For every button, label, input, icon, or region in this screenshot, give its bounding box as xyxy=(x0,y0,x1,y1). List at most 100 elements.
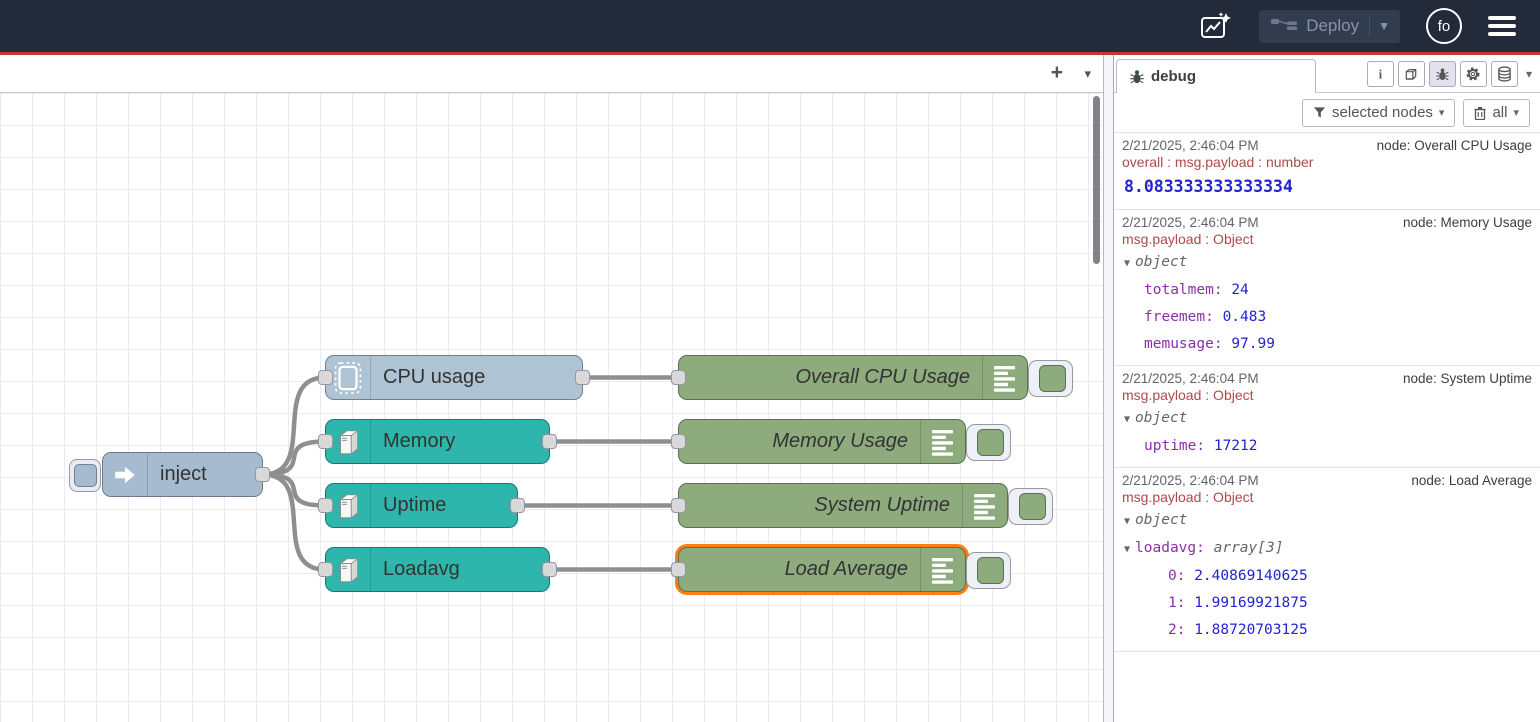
bug-icon xyxy=(1129,69,1145,85)
flow-node-dbg-uptime[interactable]: System Uptime xyxy=(678,483,1008,528)
flow-node-uptime[interactable]: Uptime xyxy=(325,483,518,528)
sidebar-tool-bug-icon[interactable] xyxy=(1429,61,1456,87)
debug-enable-toggle[interactable] xyxy=(966,552,1011,589)
deploy-label: Deploy xyxy=(1306,16,1359,36)
message-property: msg.payload : Object xyxy=(1122,489,1532,505)
message-row: freemem: 0.483 xyxy=(1122,304,1532,331)
node-label: System Uptime xyxy=(679,484,962,527)
message-content: ▼object▼loadavg: array[3]0: 2.4086914062… xyxy=(1122,507,1532,644)
message-property: overall : msg.payload : number xyxy=(1122,154,1532,170)
input-port[interactable] xyxy=(671,434,686,449)
message-row[interactable]: ▼object xyxy=(1122,507,1532,535)
flow-node-dbg-overall-cpu[interactable]: Overall CPU Usage xyxy=(678,355,1028,400)
output-port[interactable] xyxy=(255,467,270,482)
message-row: 1: 1.99169921875 xyxy=(1122,590,1532,617)
debug-message-1: 2/21/2025, 2:46:04 PM node: Memory Usage… xyxy=(1114,210,1540,366)
node-label: inject xyxy=(148,453,262,496)
flow-node-inject[interactable]: inject xyxy=(102,452,263,497)
message-row: totalmem: 24 xyxy=(1122,277,1532,304)
message-timestamp: 2/21/2025, 2:46:04 PM xyxy=(1122,215,1259,230)
debug-filter-label: selected nodes xyxy=(1332,104,1433,121)
debug-enable-toggle[interactable] xyxy=(966,424,1011,461)
message-timestamp: 2/21/2025, 2:46:04 PM xyxy=(1122,473,1259,488)
wire-inject-to-uptime[interactable] xyxy=(263,475,325,506)
user-avatar[interactable]: fo xyxy=(1426,8,1462,44)
collapse-caret-icon[interactable]: ▼ xyxy=(1124,414,1130,425)
flow-tabbar: + ▾ xyxy=(0,55,1103,93)
message-row: 2: 1.88720703125 xyxy=(1122,617,1532,644)
message-node-name: node: System Uptime xyxy=(1403,371,1532,386)
sidebar-tool-book-icon[interactable] xyxy=(1398,61,1425,87)
sidebar-tool-gear-icon[interactable] xyxy=(1460,61,1487,87)
sidebar-splitter[interactable] xyxy=(1104,55,1114,722)
message-meta: 2/21/2025, 2:46:04 PM node: Overall CPU … xyxy=(1122,138,1532,153)
input-port[interactable] xyxy=(318,562,333,577)
node-label: Overall CPU Usage xyxy=(679,356,982,399)
arrow-icon xyxy=(103,453,148,496)
input-port[interactable] xyxy=(318,498,333,513)
debug-icon xyxy=(962,484,1007,527)
input-port[interactable] xyxy=(671,498,686,513)
collapse-caret-icon[interactable]: ▼ xyxy=(1124,258,1130,269)
main-menu-icon[interactable] xyxy=(1488,16,1516,36)
input-port[interactable] xyxy=(318,434,333,449)
debug-toolbar: selected nodes ▾ all ▾ xyxy=(1114,93,1540,133)
svg-text:i: i xyxy=(1379,67,1383,81)
tab-debug-label: debug xyxy=(1151,68,1196,85)
message-row[interactable]: ▼loadavg: array[3] xyxy=(1122,535,1532,563)
canvas-vertical-scrollbar[interactable] xyxy=(1093,96,1100,264)
output-port[interactable] xyxy=(575,370,590,385)
sidebar-tool-info-icon[interactable]: i xyxy=(1367,61,1394,87)
deploy-button[interactable]: Deploy ▼ xyxy=(1259,10,1400,43)
node-label: Memory Usage xyxy=(679,420,920,463)
message-row[interactable]: ▼object xyxy=(1122,249,1532,277)
input-port[interactable] xyxy=(671,562,686,577)
deploy-divider xyxy=(1369,16,1370,37)
deploy-caret-icon[interactable]: ▼ xyxy=(1378,19,1390,33)
message-row: memusage: 97.99 xyxy=(1122,331,1532,358)
message-timestamp: 2/21/2025, 2:46:04 PM xyxy=(1122,138,1259,153)
node-label: Load Average xyxy=(679,548,920,591)
trash-icon xyxy=(1474,106,1486,120)
flow-node-cpu[interactable]: CPU usage xyxy=(325,355,583,400)
collapse-caret-icon[interactable]: ▼ xyxy=(1124,544,1130,555)
message-node-name: node: Load Average xyxy=(1411,473,1532,488)
debug-enable-toggle[interactable] xyxy=(1028,360,1073,397)
input-port[interactable] xyxy=(318,370,333,385)
message-property: msg.payload : Object xyxy=(1122,231,1532,247)
add-flow-button[interactable]: + xyxy=(1051,62,1063,84)
flow-node-loadavg[interactable]: Loadavg xyxy=(325,547,550,592)
flow-canvas[interactable]: inject CPU usage Memory Uptime Loadavg Overal… xyxy=(0,93,1103,722)
flow-node-dbg-memory[interactable]: Memory Usage xyxy=(678,419,966,464)
output-port[interactable] xyxy=(542,562,557,577)
debug-filter-button[interactable]: selected nodes ▾ xyxy=(1302,99,1455,127)
flow-list-caret-icon[interactable]: ▾ xyxy=(1084,66,1091,82)
message-node-name: node: Memory Usage xyxy=(1403,215,1532,230)
node-label: Uptime xyxy=(371,484,517,527)
input-port[interactable] xyxy=(671,370,686,385)
sidebar-tool-db-icon[interactable] xyxy=(1491,61,1518,87)
message-timestamp: 2/21/2025, 2:46:04 PM xyxy=(1122,371,1259,386)
debug-enable-toggle[interactable] xyxy=(1008,488,1053,525)
message-row: 8.083333333333334 xyxy=(1122,172,1532,202)
message-row[interactable]: ▼object xyxy=(1122,405,1532,433)
avatar-initials: fo xyxy=(1438,18,1451,35)
output-port[interactable] xyxy=(542,434,557,449)
deploy-nodes-icon xyxy=(1271,16,1298,37)
message-content: ▼objectuptime: 17212 xyxy=(1122,405,1532,460)
inject-trigger-button[interactable] xyxy=(69,459,101,492)
tab-debug[interactable]: debug xyxy=(1116,59,1316,93)
message-meta: 2/21/2025, 2:46:04 PM node: Load Average xyxy=(1122,473,1532,488)
flow-node-dbg-loadavg[interactable]: Load Average xyxy=(678,547,966,592)
debug-icon xyxy=(920,548,965,591)
collapse-caret-icon[interactable]: ▼ xyxy=(1124,516,1130,527)
flow-node-memory[interactable]: Memory xyxy=(325,419,550,464)
debug-clear-button[interactable]: all ▾ xyxy=(1463,99,1530,127)
debug-sidebar: debug i▾ selected nodes ▾ all xyxy=(1114,55,1540,722)
assistant-icon[interactable] xyxy=(1199,11,1233,41)
debug-message-3: 2/21/2025, 2:46:04 PM node: Load Average… xyxy=(1114,468,1540,652)
output-port[interactable] xyxy=(510,498,525,513)
message-row: uptime: 17212 xyxy=(1122,433,1532,460)
message-row: 0: 2.40869140625 xyxy=(1122,563,1532,590)
sidebar-tools-caret-icon[interactable]: ▾ xyxy=(1526,67,1532,81)
